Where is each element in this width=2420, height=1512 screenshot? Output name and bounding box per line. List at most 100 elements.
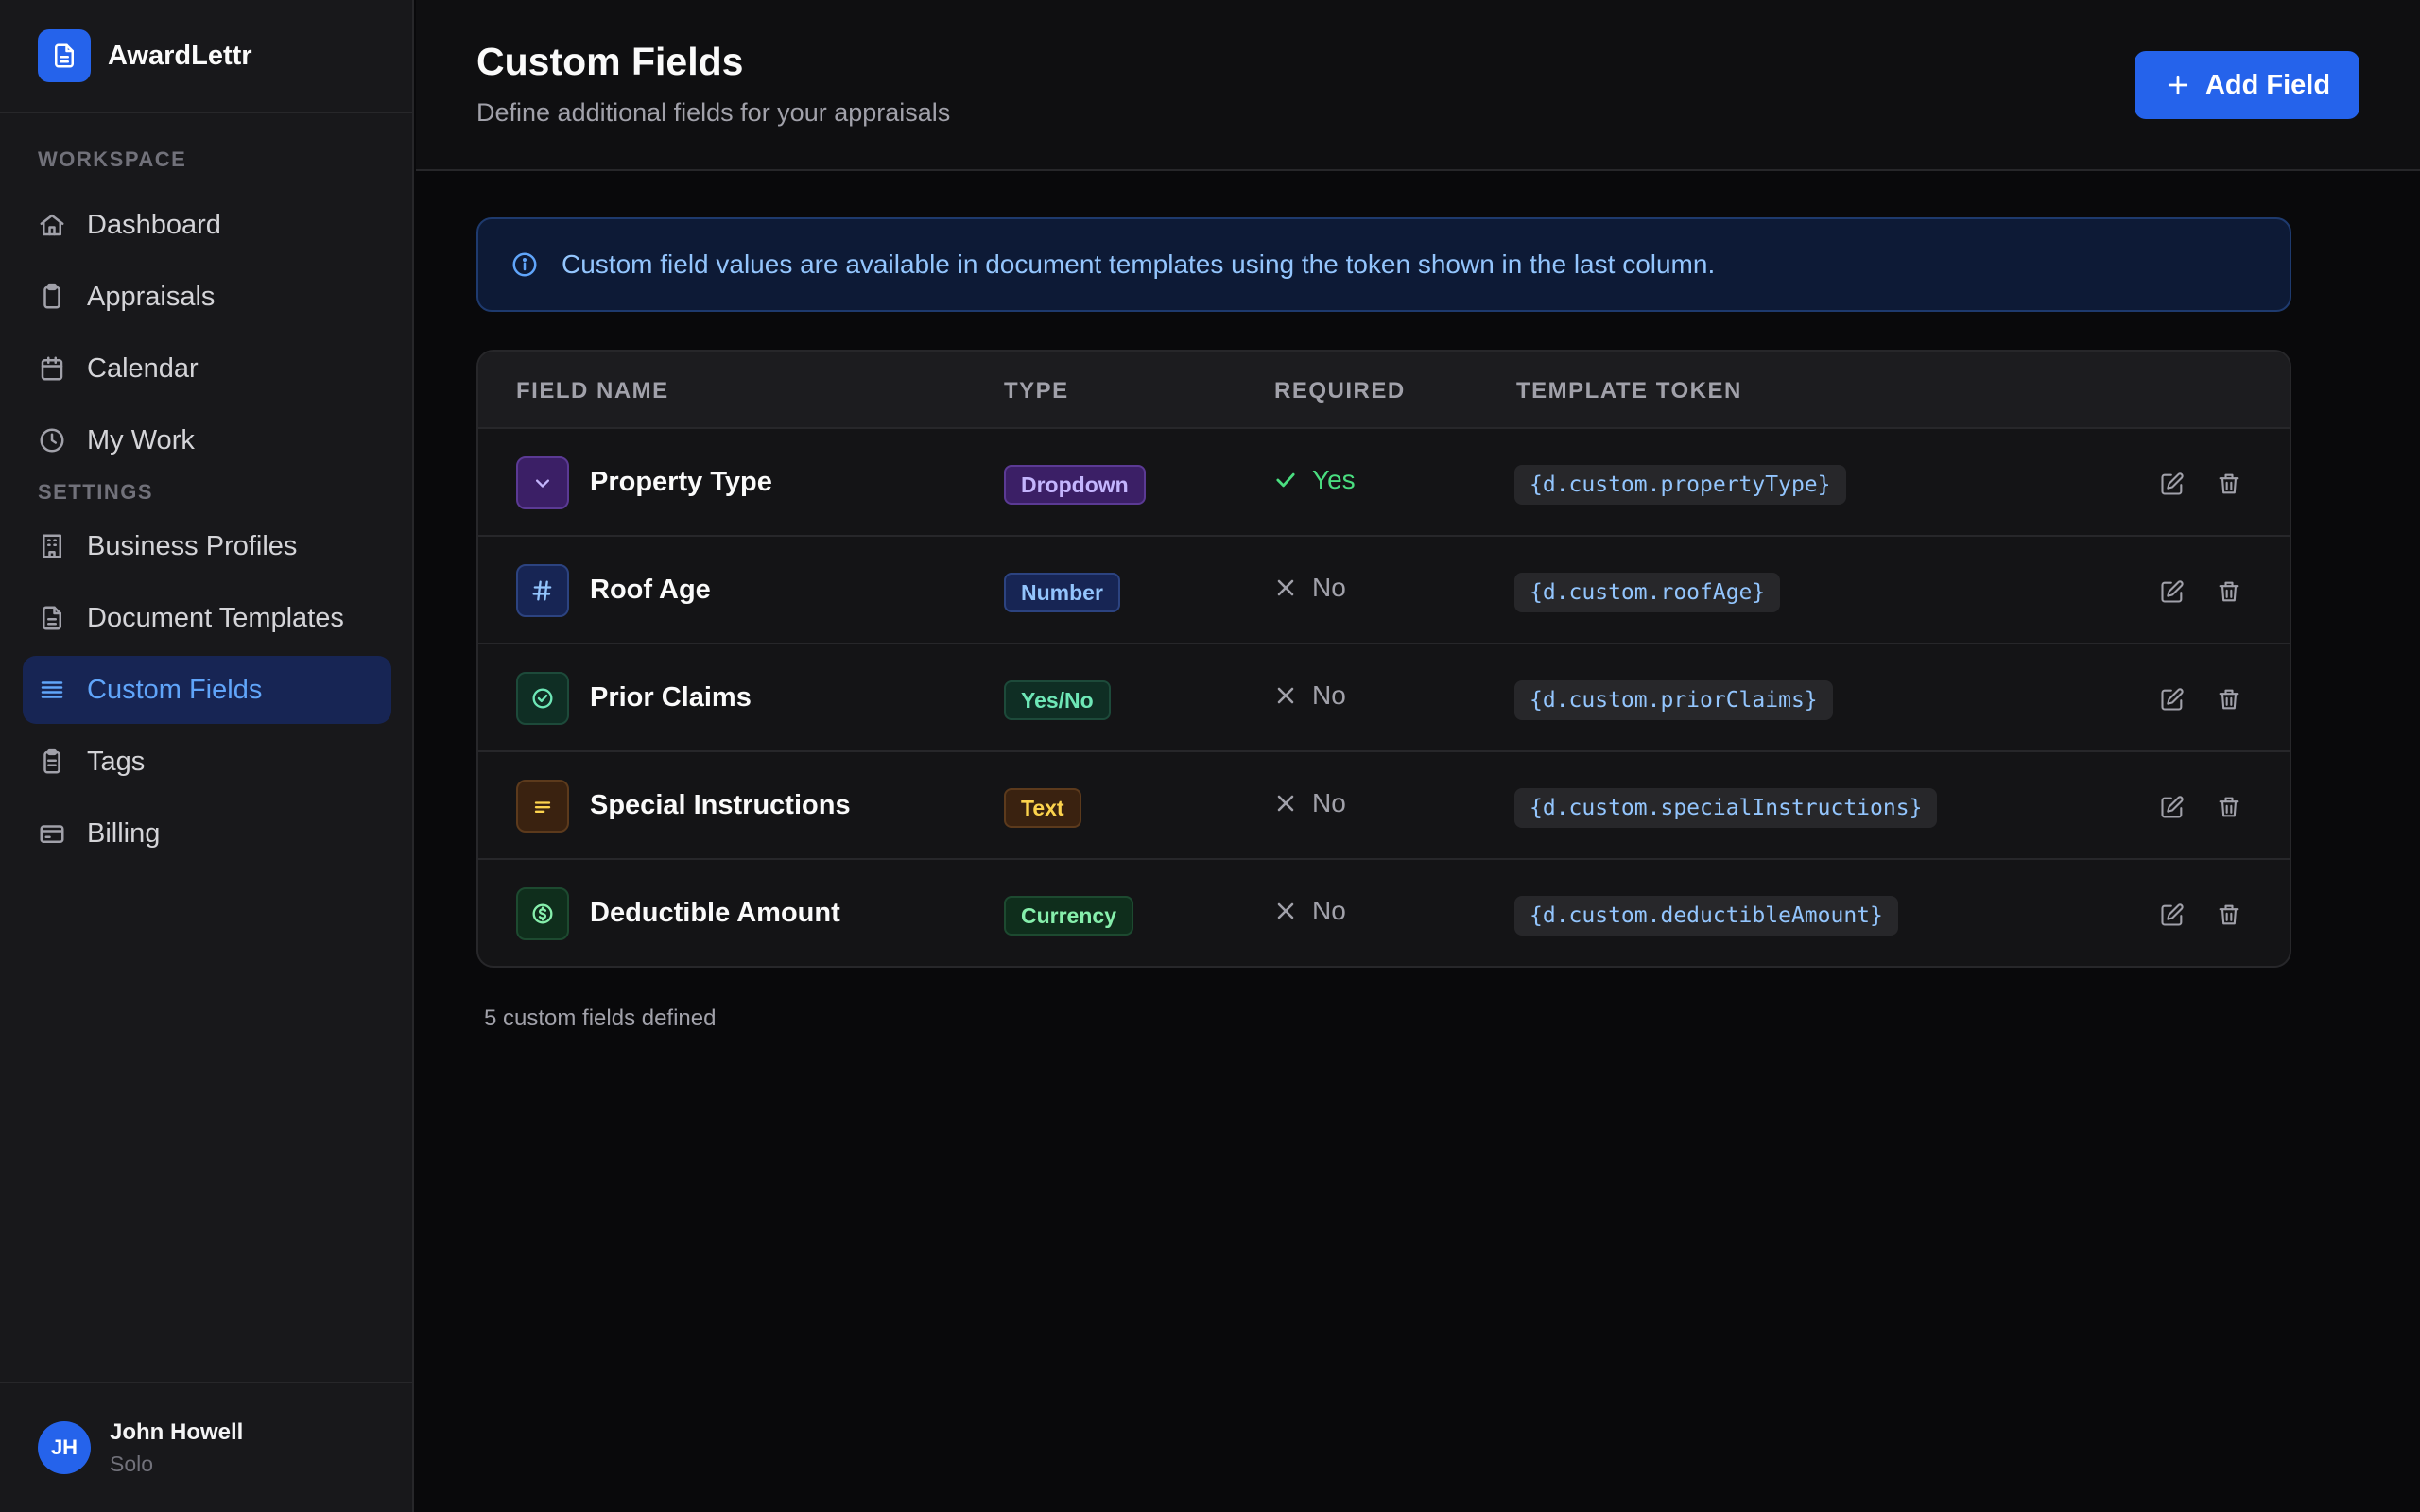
type-badge: Number: [1004, 573, 1120, 612]
sidebar-item-label: My Work: [87, 424, 195, 455]
table-row[interactable]: Prior Claims Yes/No No {d.custom.priorCl…: [478, 644, 2290, 752]
avatar: JH: [38, 1421, 91, 1474]
sidebar-item-business-profiles[interactable]: Business Profiles: [23, 512, 391, 580]
sidebar-item-label: Business Profiles: [87, 530, 298, 561]
edit-icon[interactable]: [2159, 471, 2186, 497]
type-badge: Currency: [1004, 896, 1133, 936]
required-label: No: [1312, 896, 1346, 925]
required-status: No: [1272, 788, 1346, 818]
table-row[interactable]: Special Instructions Text No {d.custom.s…: [478, 752, 2290, 860]
sidebar-item-appraisals[interactable]: Appraisals: [23, 263, 391, 331]
column-header-field-name: FIELD NAME: [516, 378, 669, 404]
field-name: Deductible Amount: [590, 898, 840, 928]
trash-icon[interactable]: [2216, 686, 2242, 713]
x-icon: [1277, 579, 1294, 596]
column-header-required: REQUIRED: [1274, 378, 1406, 404]
calendar-icon: [41, 356, 63, 381]
user-menu[interactable]: JH John Howell Solo: [0, 1382, 412, 1512]
user-role: Solo: [110, 1451, 154, 1476]
list-icon: [41, 681, 63, 698]
app-name: AwardLettr: [108, 40, 252, 71]
section-label-workspace: WORKSPACE: [38, 147, 187, 171]
field-count: 5 custom fields defined: [484, 1005, 717, 1031]
check-icon: [1276, 472, 1295, 488]
column-header-type: TYPE: [1004, 378, 1069, 404]
field-name: Prior Claims: [590, 682, 752, 713]
page-subtitle: Define additional fields for your apprai…: [476, 98, 951, 127]
x-icon: [1277, 687, 1294, 704]
hash-icon: [516, 564, 569, 617]
custom-fields-table: FIELD NAME TYPE REQUIRED TEMPLATE TOKEN …: [476, 350, 2291, 968]
text-lines-icon: [516, 780, 569, 833]
trash-icon[interactable]: [2216, 471, 2242, 497]
template-token: {d.custom.priorClaims}: [1514, 680, 1833, 720]
type-badge: Yes/No: [1004, 680, 1111, 720]
sidebar-item-dashboard[interactable]: Dashboard: [23, 191, 391, 259]
sidebar-item-billing[interactable]: Billing: [23, 799, 391, 868]
required-status: No: [1272, 896, 1346, 926]
tag-clipboard-icon: [43, 748, 60, 774]
required-status: No: [1272, 680, 1346, 711]
edit-icon[interactable]: [2159, 686, 2186, 713]
table-row[interactable]: Roof Age Number No {d.custom.roofAge}: [478, 537, 2290, 644]
required-label: No: [1312, 573, 1346, 602]
required-label: Yes: [1312, 465, 1356, 494]
field-name: Special Instructions: [590, 790, 851, 820]
document-icon: [43, 606, 61, 630]
document-logo-icon: [38, 29, 91, 82]
dollar-circle-icon: [516, 887, 569, 940]
add-field-label: Add Field: [2204, 69, 2331, 100]
sidebar-item-label: Billing: [87, 817, 161, 849]
add-field-button[interactable]: Add Field: [2135, 51, 2360, 119]
page-header: Custom Fields Define additional fields f…: [416, 0, 2420, 171]
sidebar-item-label: Document Templates: [87, 602, 344, 633]
sidebar-item-label: Custom Fields: [87, 674, 263, 705]
field-name: Property Type: [590, 467, 772, 497]
sidebar-item-label: Dashboard: [87, 209, 221, 240]
chevron-down-icon: [516, 456, 569, 509]
table-row[interactable]: Deductible Amount Currency No {d.custom.…: [478, 860, 2290, 966]
edit-icon[interactable]: [2159, 902, 2186, 928]
template-token: {d.custom.deductibleAmount}: [1514, 896, 1898, 936]
trash-icon[interactable]: [2216, 902, 2242, 928]
sidebar-item-tags[interactable]: Tags: [23, 728, 391, 796]
trash-icon[interactable]: [2216, 578, 2242, 605]
template-token: {d.custom.specialInstructions}: [1514, 788, 1938, 828]
building-icon: [43, 534, 61, 558]
sidebar-item-calendar[interactable]: Calendar: [23, 335, 391, 403]
info-banner-text: Custom field values are available in doc…: [562, 249, 1716, 279]
section-label-settings: SETTINGS: [38, 480, 154, 504]
sidebar: AwardLettr WORKSPACE Dashboard Appraisal…: [0, 0, 414, 1512]
home-icon: [40, 214, 64, 236]
sidebar-item-label: Calendar: [87, 352, 199, 384]
sidebar-item-custom-fields[interactable]: Custom Fields: [23, 656, 391, 724]
plus-icon: [2168, 75, 2188, 95]
column-header-template-token: TEMPLATE TOKEN: [1516, 378, 1742, 404]
table-header: FIELD NAME TYPE REQUIRED TEMPLATE TOKEN: [478, 352, 2290, 429]
trash-icon[interactable]: [2216, 794, 2242, 820]
sidebar-item-document-templates[interactable]: Document Templates: [23, 584, 391, 652]
type-badge: Dropdown: [1004, 465, 1146, 505]
clipboard-icon: [43, 284, 60, 309]
required-label: No: [1312, 788, 1346, 817]
table-row[interactable]: Property Type Dropdown Yes {d.custom.pro…: [478, 429, 2290, 537]
sidebar-item-label: Tags: [87, 746, 146, 777]
clock-icon: [40, 428, 64, 453]
template-token: {d.custom.propertyType}: [1514, 465, 1846, 505]
field-name: Roof Age: [590, 575, 711, 605]
brand[interactable]: AwardLettr: [0, 0, 412, 113]
edit-icon[interactable]: [2159, 578, 2186, 605]
info-icon: [512, 252, 537, 277]
user-name: John Howell: [110, 1418, 244, 1445]
check-circle-icon: [516, 672, 569, 725]
info-banner: Custom field values are available in doc…: [476, 217, 2291, 312]
user-info: John Howell Solo: [110, 1419, 243, 1477]
x-icon: [1277, 795, 1294, 812]
sidebar-item-my-work[interactable]: My Work: [23, 406, 391, 474]
edit-icon[interactable]: [2159, 794, 2186, 820]
required-status: Yes: [1272, 465, 1356, 495]
required-label: No: [1312, 680, 1346, 710]
x-icon: [1277, 902, 1294, 919]
credit-card-icon: [40, 825, 64, 843]
sidebar-item-label: Appraisals: [87, 281, 216, 312]
